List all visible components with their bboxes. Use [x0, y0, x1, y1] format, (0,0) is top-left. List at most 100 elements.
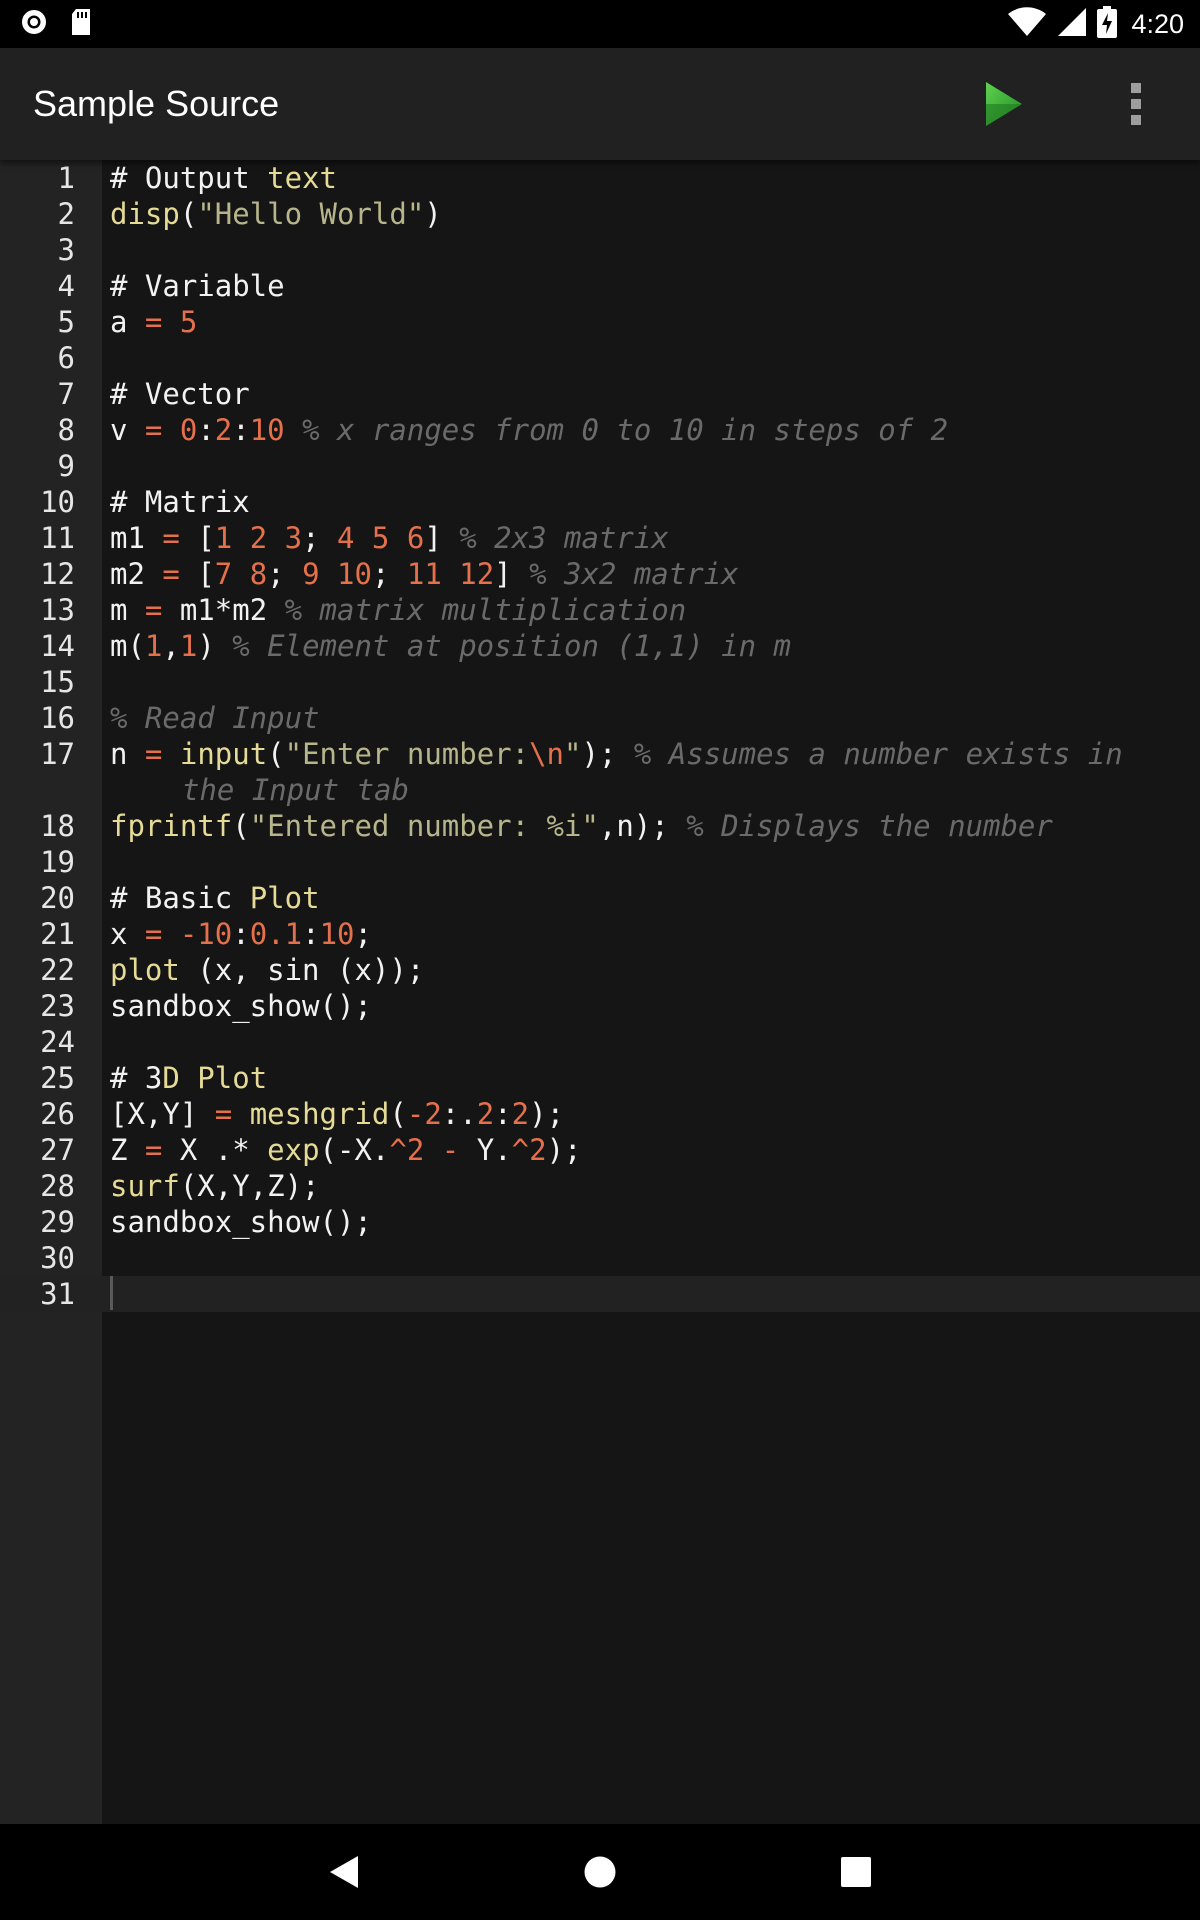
- code-token: ;: [371, 557, 407, 591]
- code-line[interactable]: 25 # 3D Plot: [0, 1060, 1200, 1096]
- wifi-icon: [1007, 7, 1047, 41]
- code-text[interactable]: % Read Input: [110, 700, 320, 736]
- code-token: "Hello World": [197, 197, 425, 231]
- code-token: );: [581, 737, 634, 771]
- code-token: x: [110, 917, 145, 951]
- code-token: 9 10: [302, 557, 372, 591]
- code-line[interactable]: 3: [0, 232, 1200, 268]
- home-button[interactable]: [570, 1842, 630, 1902]
- code-line[interactable]: 14 m(1,1) % Element at position (1,1) in …: [0, 628, 1200, 664]
- code-text[interactable]: n = input("Enter number:\n"); % Assumes …: [110, 736, 1123, 808]
- code-line[interactable]: 24: [0, 1024, 1200, 1060]
- code-line[interactable]: 2 disp("Hello World"): [0, 196, 1200, 232]
- code-token: ): [197, 629, 233, 663]
- code-token: % 3x2 matrix: [529, 557, 739, 591]
- code-text[interactable]: # 3D Plot: [110, 1060, 267, 1096]
- code-text[interactable]: a = 5: [110, 304, 197, 340]
- code-token: 1: [179, 629, 198, 663]
- code-line[interactable]: 11 m1 = [1 2 3; 4 5 6] % 2x3 matrix: [0, 520, 1200, 556]
- code-token: Y.: [459, 1133, 512, 1167]
- code-line[interactable]: 29 sandbox_show();: [0, 1204, 1200, 1240]
- line-number: 11: [40, 521, 75, 555]
- code-text[interactable]: m = m1*m2 % matrix multiplication: [110, 592, 686, 628]
- code-line[interactable]: 21 x = -10:0.1:10;: [0, 916, 1200, 952]
- code-token: 11 12: [406, 557, 495, 591]
- code-token: =: [144, 1133, 163, 1167]
- code-editor[interactable]: 1 # Output text 2 disp("Hello World") 3 4 # Va…: [0, 160, 1200, 1824]
- code-token: ]: [494, 557, 530, 591]
- code-text[interactable]: [X,Y] = meshgrid(-2:.2:2);: [110, 1096, 564, 1132]
- line-number: 18: [40, 809, 75, 843]
- code-line[interactable]: 4 # Variable: [0, 268, 1200, 304]
- code-line[interactable]: 16 % Read Input: [0, 700, 1200, 736]
- code-line[interactable]: 7 # Vector: [0, 376, 1200, 412]
- code-line[interactable]: 8 v = 0:2:10 % x ranges from 0 to 10 in s…: [0, 412, 1200, 448]
- code-line[interactable]: 26 [X,Y] = meshgrid(-2:.2:2);: [0, 1096, 1200, 1132]
- code-line[interactable]: 10 # Matrix: [0, 484, 1200, 520]
- line-number: 31: [40, 1277, 75, 1311]
- code-text[interactable]: [110, 1276, 113, 1312]
- line-number: 24: [40, 1025, 75, 1059]
- code-line[interactable]: 15: [0, 664, 1200, 700]
- recents-button[interactable]: [826, 1842, 886, 1902]
- back-button[interactable]: [314, 1842, 374, 1902]
- code-text[interactable]: x = -10:0.1:10;: [110, 916, 372, 952]
- code-line[interactable]: 31: [0, 1276, 1200, 1312]
- code-token: # Output: [110, 161, 268, 195]
- run-button[interactable]: [972, 72, 1036, 136]
- code-text[interactable]: surf(X,Y,Z);: [110, 1168, 320, 1204]
- app-title: Sample Source: [33, 83, 280, 124]
- code-token: n: [110, 737, 145, 771]
- code-text[interactable]: # Matrix: [110, 484, 250, 520]
- code-line[interactable]: 9: [0, 448, 1200, 484]
- code-token: ;: [267, 557, 303, 591]
- code-text[interactable]: v = 0:2:10 % x ranges from 0 to 10 in st…: [110, 412, 948, 448]
- code-token: (X,Y,Z);: [179, 1169, 320, 1203]
- battery-charging-icon: [1097, 6, 1118, 42]
- code-text[interactable]: # Output text: [110, 160, 337, 196]
- code-token: (: [267, 737, 285, 771]
- code-text[interactable]: m2 = [7 8; 9 10; 11 12] % 3x2 matrix: [110, 556, 739, 592]
- code-lines[interactable]: 1 # Output text 2 disp("Hello World") 3 4 # Va…: [0, 160, 1200, 1312]
- code-line[interactable]: 17 n = input("Enter number:\n"); % Assume…: [0, 736, 1200, 808]
- code-line[interactable]: 22 plot (x, sin (x));: [0, 952, 1200, 988]
- code-line[interactable]: 30: [0, 1240, 1200, 1276]
- code-line[interactable]: 12 m2 = [7 8; 9 10; 11 12] % 3x2 matrix: [0, 556, 1200, 592]
- code-line[interactable]: 28 surf(X,Y,Z);: [0, 1168, 1200, 1204]
- code-text[interactable]: # Variable: [110, 268, 285, 304]
- line-number: 4: [57, 269, 75, 303]
- code-token: ;: [354, 917, 372, 951]
- code-line[interactable]: 18 fprintf("Entered number: %i",n); % Dis…: [0, 808, 1200, 844]
- code-line[interactable]: 19: [0, 844, 1200, 880]
- code-text[interactable]: sandbox_show();: [110, 1204, 372, 1240]
- code-text[interactable]: plot (x, sin (x));: [110, 952, 424, 988]
- code-token: surf: [110, 1169, 180, 1203]
- code-line[interactable]: 20 # Basic Plot: [0, 880, 1200, 916]
- code-line[interactable]: 5 a = 5: [0, 304, 1200, 340]
- code-text[interactable]: sandbox_show();: [110, 988, 372, 1024]
- code-text[interactable]: m1 = [1 2 3; 4 5 6] % 2x3 matrix: [110, 520, 669, 556]
- code-token: 7 8: [214, 557, 268, 591]
- line-number: 22: [40, 953, 75, 987]
- code-text[interactable]: m(1,1) % Element at position (1,1) in m: [110, 628, 791, 664]
- code-text[interactable]: Z = X .* exp(-X.^2 - Y.^2);: [110, 1132, 581, 1168]
- code-line[interactable]: 6: [0, 340, 1200, 376]
- code-line[interactable]: 27 Z = X .* exp(-X.^2 - Y.^2);: [0, 1132, 1200, 1168]
- code-text[interactable]: fprintf("Entered number: %i",n); % Displ…: [110, 808, 1053, 844]
- more-options-button[interactable]: [1104, 72, 1168, 136]
- code-text[interactable]: # Basic Plot: [110, 880, 320, 916]
- line-number: 21: [40, 917, 75, 951]
- code-line[interactable]: 13 m = m1*m2 % matrix multiplication: [0, 592, 1200, 628]
- line-number: 3: [57, 233, 75, 267]
- code-line[interactable]: 1 # Output text: [0, 160, 1200, 196]
- code-line[interactable]: 23 sandbox_show();: [0, 988, 1200, 1024]
- code-text[interactable]: # Vector: [110, 376, 250, 412]
- line-number: 15: [40, 665, 75, 699]
- code-token: [X,Y]: [110, 1097, 215, 1131]
- code-token: -: [441, 1133, 460, 1167]
- code-token: # Vector: [110, 377, 250, 411]
- code-text[interactable]: disp("Hello World"): [110, 196, 442, 232]
